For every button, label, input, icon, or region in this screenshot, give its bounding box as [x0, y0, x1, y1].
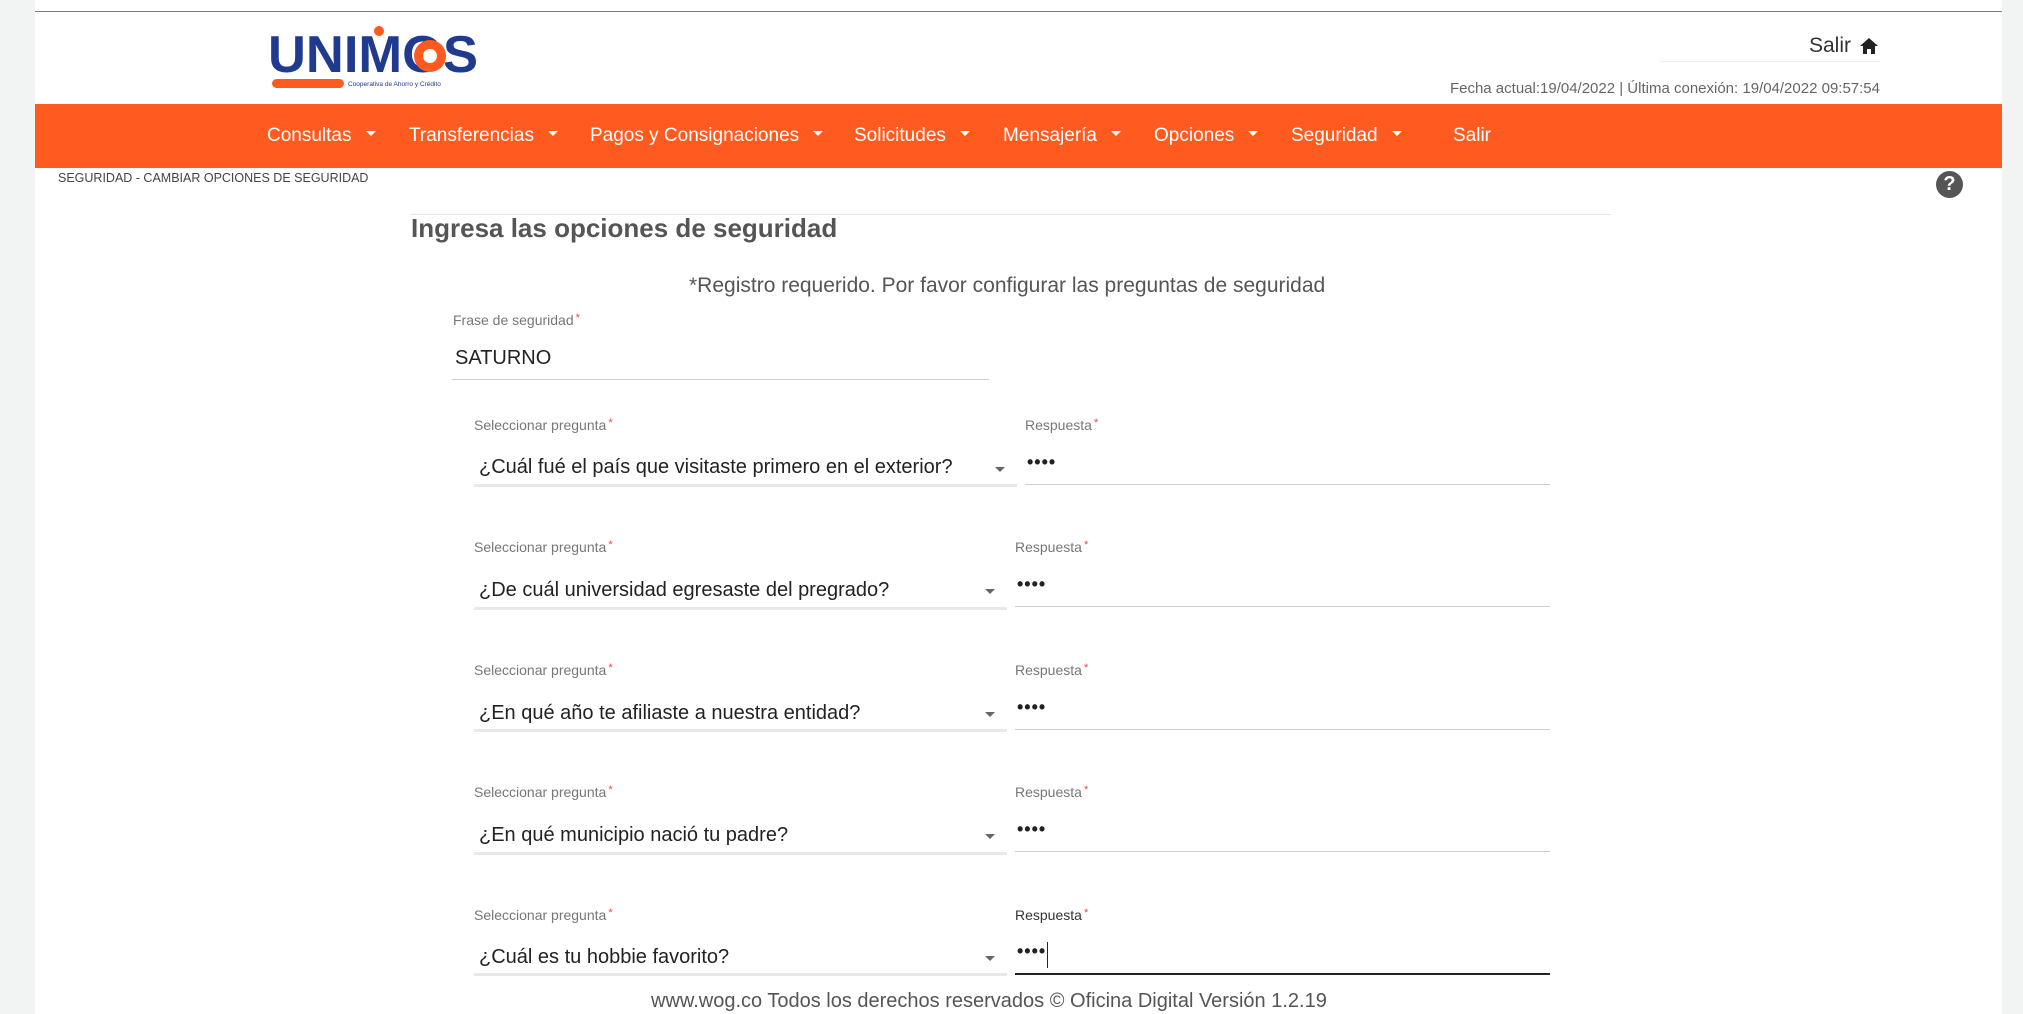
chevron-down-icon[interactable]	[985, 712, 995, 717]
phrase-underline	[452, 379, 989, 380]
select-label: Seleccionar pregunta *	[474, 907, 613, 923]
nav-pagos[interactable]: Pagos y Consignaciones	[590, 104, 824, 168]
text-cursor	[1047, 942, 1048, 968]
select-underline	[474, 484, 1017, 487]
nav-consultas[interactable]: Consultas	[267, 104, 376, 168]
select-underline	[474, 973, 1007, 976]
right-margin	[2002, 0, 2023, 1014]
answer-label: Respuesta *	[1015, 539, 1089, 555]
exit-link[interactable]: Salir	[1809, 34, 1879, 58]
answer-label: Respuesta *	[1015, 662, 1089, 678]
chevron-down-icon[interactable]	[985, 589, 995, 594]
date-info: Fecha actual:19/04/2022 | Última conexió…	[1449, 80, 1880, 97]
left-margin	[0, 0, 35, 1014]
chevron-down-icon[interactable]	[995, 467, 1005, 472]
chevron-down-icon[interactable]	[985, 834, 995, 839]
nav-mensajeria[interactable]: Mensajería	[1003, 104, 1121, 168]
question-select-2[interactable]: ¿De cuál universidad egresaste del pregr…	[479, 579, 889, 602]
chevron-down-icon[interactable]	[985, 956, 995, 961]
select-label: Seleccionar pregunta *	[474, 417, 613, 433]
chevron-down-icon	[365, 131, 376, 137]
nav-seguridad[interactable]: Seguridad	[1291, 104, 1402, 168]
question-select-1[interactable]: ¿Cuál fué el país que visitaste primero …	[479, 456, 953, 479]
select-underline	[474, 607, 1007, 610]
nav-salir[interactable]: Salir	[1453, 104, 1491, 168]
logo-swoosh	[272, 79, 344, 88]
chevron-down-icon	[813, 131, 824, 137]
main-navbar: Consultas Transferencias Pagos y Consign…	[35, 104, 2002, 168]
select-label: Seleccionar pregunta *	[474, 662, 613, 678]
select-label: Seleccionar pregunta *	[474, 784, 613, 800]
nav-transferencias[interactable]: Transferencias	[409, 104, 558, 168]
chevron-down-icon	[1111, 131, 1121, 137]
question-select-3[interactable]: ¿En qué año te afiliaste a nuestra entid…	[479, 702, 860, 725]
chevron-down-icon	[959, 131, 970, 137]
required-notice: *Registro requerido. Por favor configura…	[689, 274, 1326, 297]
header-divider	[1660, 61, 1880, 62]
chevron-down-icon	[547, 131, 558, 137]
answer-input-3[interactable]: ••••	[1017, 697, 1046, 718]
footer-text: www.wog.co Todos los derechos reservados…	[651, 990, 1327, 1012]
answer-underline	[1015, 729, 1550, 730]
answer-input-2[interactable]: ••••	[1017, 574, 1046, 595]
chevron-down-icon	[1248, 131, 1259, 137]
select-label: Seleccionar pregunta *	[474, 539, 613, 555]
answer-underline	[1015, 851, 1550, 852]
answer-underline-active	[1015, 973, 1550, 975]
breadcrumb: SEGURIDAD - CAMBIAR OPCIONES DE SEGURIDA…	[58, 171, 369, 185]
answer-input-1[interactable]: ••••	[1027, 452, 1056, 473]
answer-underline	[1015, 606, 1550, 607]
answer-label: Respuesta *	[1015, 784, 1089, 800]
nav-opciones[interactable]: Opciones	[1154, 104, 1259, 168]
logo-tagline: Cooperativa de Ahorro y Crédito	[348, 81, 441, 88]
phrase-label: Frase de seguridad *	[453, 312, 580, 328]
page-title: Ingresa las opciones de seguridad	[411, 213, 838, 243]
home-icon	[1860, 38, 1879, 54]
logo-i-dot	[374, 26, 384, 36]
answer-label: Respuesta *	[1015, 907, 1089, 923]
logo-wordmark: UNIMOS	[268, 26, 478, 84]
select-underline	[474, 852, 1007, 855]
top-border	[35, 11, 2002, 12]
answer-input-5[interactable]: ••••	[1017, 941, 1046, 962]
nav-solicitudes[interactable]: Solicitudes	[854, 104, 970, 168]
question-select-4[interactable]: ¿En qué municipio nació tu padre?	[479, 824, 788, 847]
answer-label: Respuesta *	[1025, 417, 1099, 433]
phrase-input[interactable]: SATURNO	[455, 347, 551, 370]
answer-underline	[1025, 484, 1550, 485]
chevron-down-icon	[1391, 131, 1402, 137]
select-underline	[474, 729, 1007, 732]
help-icon[interactable]: ?	[1936, 171, 1963, 198]
exit-label: Salir	[1809, 34, 1852, 57]
unimos-logo: UNIMOS Cooperativa de Ahorro y Crédito	[268, 26, 478, 88]
question-select-5[interactable]: ¿Cuál es tu hobbie favorito?	[479, 946, 729, 969]
answer-input-4[interactable]: ••••	[1017, 819, 1046, 840]
